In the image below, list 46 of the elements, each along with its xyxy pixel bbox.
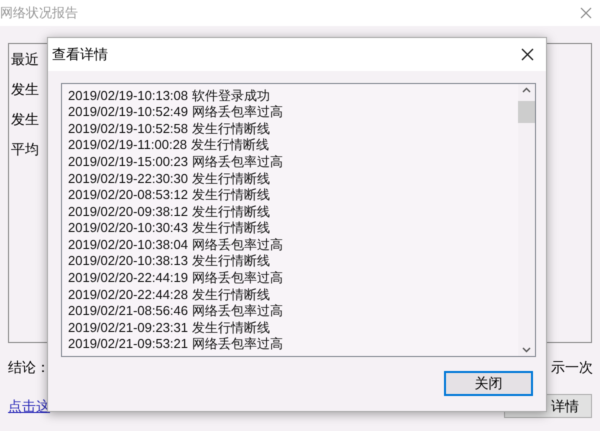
log-event: 发生行情断线 [192, 170, 270, 188]
log-time: 2019/02/19-10:52:58 [68, 120, 188, 138]
scroll-down-icon[interactable] [522, 347, 531, 353]
summary-line: 最近 [11, 50, 39, 68]
log-event: 发生行情断线 [191, 136, 270, 154]
scrollbar[interactable] [518, 84, 535, 356]
log-event: 发生行情断线 [192, 318, 270, 337]
log-event: 软件登录成功 [192, 86, 270, 105]
summary-line: 发生 [11, 110, 39, 128]
log-event: 网络丢包率过高 [192, 335, 283, 354]
summary-line: 平均 [11, 140, 39, 158]
log-time: 2019/02/20-22:44:28 [68, 286, 188, 304]
log-event: 发生行情断线 [192, 186, 270, 204]
log-event: 发生行情断线 [192, 219, 270, 238]
log-event: 网络丢包率过高 [192, 269, 283, 288]
log-event: 发生行情断线 [192, 120, 270, 138]
log-time: 2019/02/19-11:00:28 [68, 136, 188, 154]
log-time: 2019/02/20-08:53:12 [68, 186, 188, 204]
log-event: 发生行情断线 [192, 252, 270, 270]
log-time: 2019/02/21-09:53:21 [68, 335, 188, 354]
log-time: 2019/02/19-10:52:49 [68, 103, 188, 122]
dialog-title: 查看详情 [52, 45, 108, 64]
log-event: 网络丢包率过高 [192, 236, 283, 254]
log-time: 2019/02/20-22:44:19 [68, 269, 188, 288]
log-time: 2019/02/20-10:30:43 [68, 219, 188, 238]
log-event: 网络丢包率过高 [192, 103, 283, 122]
log-time: 2019/02/19-22:30:30 [68, 170, 188, 188]
log-time: 2019/02/20-10:38:04 [68, 236, 188, 254]
close-icon[interactable] [521, 48, 534, 61]
scroll-up-icon[interactable] [522, 87, 531, 93]
log-event: 网络丢包率过高 [192, 302, 283, 320]
log-time: 2019/02/20-09:38:12 [68, 202, 188, 221]
log-time: 2019/02/19-15:00:23 [68, 152, 188, 171]
log-event: 网络丢包率过高 [192, 152, 283, 171]
scrollbar-thumb[interactable] [518, 101, 535, 123]
close-button[interactable]: 关闭 [444, 371, 533, 396]
log-event: 发生行情断线 [192, 202, 270, 221]
conclusion-text: 示一次 [551, 358, 593, 377]
log-time: 2019/02/21-09:23:31 [68, 318, 188, 337]
log-time: 2019/02/20-10:38:13 [68, 252, 188, 270]
conclusion-label: 结论： [8, 358, 50, 377]
log-time: 2019/02/19-10:13:08 [68, 86, 188, 105]
summary-line: 发生 [11, 80, 39, 98]
window-title: 网络状况报告 [0, 4, 78, 22]
log-time: 2019/02/21-08:56:46 [68, 302, 188, 320]
log-event: 发生行情断线 [192, 286, 270, 304]
